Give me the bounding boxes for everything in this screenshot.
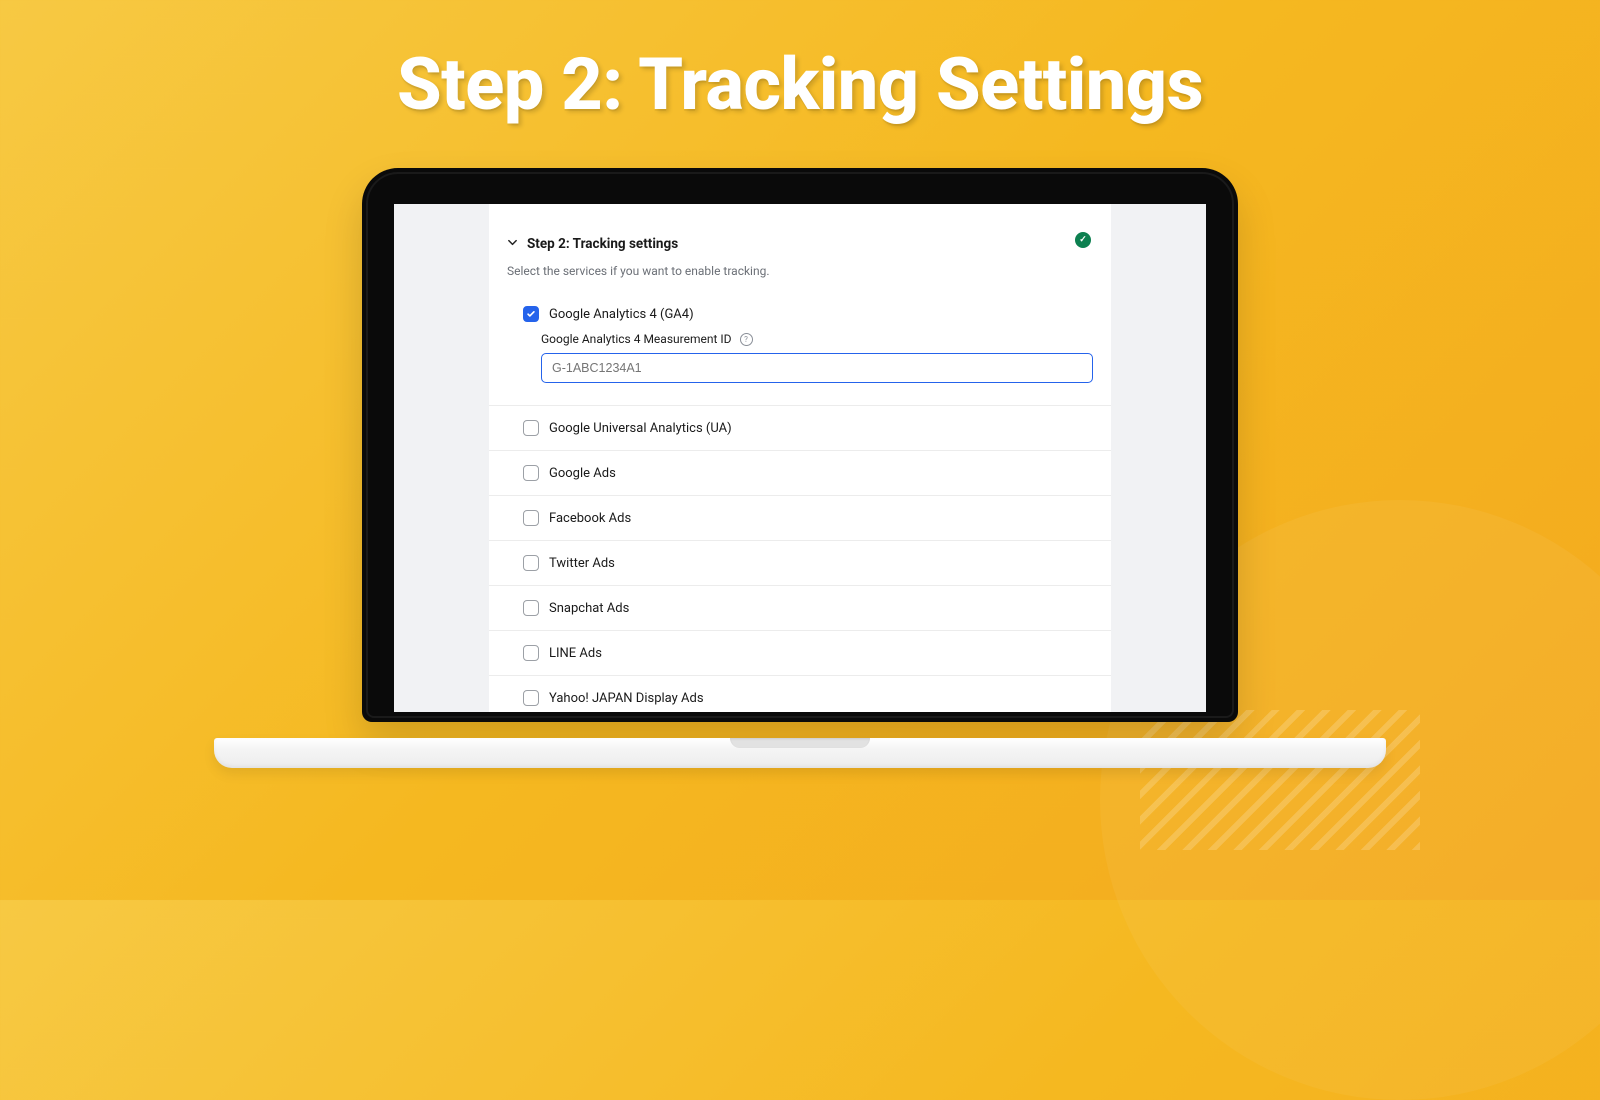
service-row[interactable]: Twitter Ads (489, 541, 1111, 586)
checkbox[interactable] (523, 420, 539, 436)
measurement-id-input[interactable] (541, 353, 1093, 383)
laptop-trackpad-notch (730, 738, 870, 748)
service-row[interactable]: Yahoo! JAPAN Display Ads (489, 676, 1111, 712)
service-label: Google Universal Analytics (UA) (549, 421, 732, 436)
checkbox[interactable] (523, 600, 539, 616)
settings-card: Step 2: Tracking settings ✓ Select the s… (489, 204, 1111, 712)
left-gutter (394, 204, 489, 712)
right-gutter (1111, 204, 1206, 712)
section-subtitle: Select the services if you want to enabl… (489, 264, 1111, 292)
checkbox[interactable] (523, 510, 539, 526)
step-complete-icon: ✓ (1075, 232, 1091, 248)
section-header[interactable]: Step 2: Tracking settings (489, 220, 1111, 264)
bg-hatch-decoration (1140, 710, 1420, 850)
help-icon[interactable]: ? (740, 333, 753, 346)
laptop-frame: Step 2: Tracking settings ✓ Select the s… (362, 168, 1238, 722)
service-label: Snapchat Ads (549, 601, 629, 616)
laptop-mockup: Step 2: Tracking settings ✓ Select the s… (362, 168, 1238, 722)
service-label: Twitter Ads (549, 556, 615, 571)
checkbox-ga4[interactable] (523, 306, 539, 322)
checkbox[interactable] (523, 645, 539, 661)
chevron-down-icon (507, 237, 518, 251)
measurement-id-label: Google Analytics 4 Measurement ID (541, 332, 732, 346)
service-label: LINE Ads (549, 646, 602, 661)
checkbox[interactable] (523, 690, 539, 706)
laptop-inner-bezel: Step 2: Tracking settings ✓ Select the s… (366, 172, 1234, 718)
page-hero-title: Step 2: Tracking Settings (0, 0, 1600, 127)
service-label: Yahoo! JAPAN Display Ads (549, 691, 704, 706)
service-row[interactable]: LINE Ads (489, 631, 1111, 676)
service-row[interactable]: Facebook Ads (489, 496, 1111, 541)
section-title: Step 2: Tracking settings (527, 236, 678, 252)
service-label: Google Analytics 4 (GA4) (549, 307, 694, 322)
checkbox[interactable] (523, 555, 539, 571)
service-row[interactable]: Google Universal Analytics (UA) (489, 406, 1111, 451)
app-window: Step 2: Tracking settings ✓ Select the s… (394, 204, 1206, 712)
checkbox[interactable] (523, 465, 539, 481)
ga4-config-body: Google Analytics 4 Measurement ID ? (489, 328, 1111, 406)
service-label: Google Ads (549, 466, 616, 481)
service-row[interactable]: Snapchat Ads (489, 586, 1111, 631)
service-label: Facebook Ads (549, 511, 631, 526)
laptop-base (214, 738, 1386, 768)
service-row[interactable]: Google Ads (489, 451, 1111, 496)
laptop-screen: Step 2: Tracking settings ✓ Select the s… (394, 204, 1206, 712)
service-row-ga4[interactable]: Google Analytics 4 (GA4) (489, 292, 1111, 328)
